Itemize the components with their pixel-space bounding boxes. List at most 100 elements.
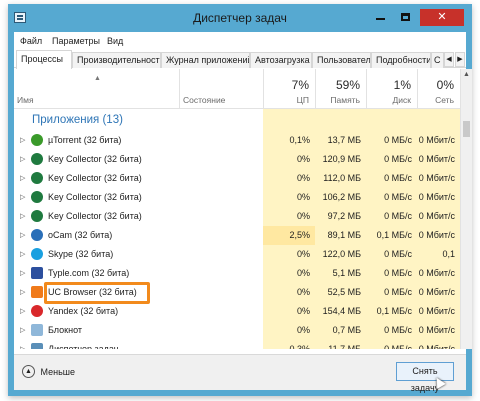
cell-cpu: 0% — [263, 283, 315, 302]
expand-arrow-icon[interactable]: ▷ — [20, 326, 25, 334]
cell-disk: 0 МБ/с — [366, 207, 417, 226]
selection-highlight — [44, 282, 150, 304]
column-memory[interactable]: 59% Память — [315, 69, 366, 109]
expand-arrow-icon[interactable]: ▷ — [20, 155, 25, 163]
tab-startup[interactable]: Автозагрузка — [250, 52, 312, 68]
process-row[interactable]: ▷ Key Collector (32 бита) 0% 112,0 МБ 0 МБ/с… — [14, 169, 460, 188]
tab-details[interactable]: Подробности — [371, 52, 431, 68]
expand-arrow-icon[interactable]: ▷ — [20, 193, 25, 201]
menu-file[interactable]: Файл — [20, 36, 42, 46]
column-name[interactable]: ▲ Имя — [14, 69, 179, 109]
sort-ascending-icon: ▲ — [94, 75, 101, 82]
cell-mem: 13,7 МБ — [315, 131, 366, 150]
expand-arrow-icon[interactable]: ▷ — [20, 212, 25, 220]
process-name: Диспетчер задач — [48, 344, 119, 349]
cell-disk: 0 МБ/с — [366, 245, 417, 264]
close-button[interactable]: ✕ — [420, 9, 464, 26]
process-row[interactable]: ▷ oCam (32 бита) 2,5% 89,1 МБ 0,1 МБ/с 0 Мбит… — [14, 226, 460, 245]
cell-net: 0 Мбит/с — [417, 283, 460, 302]
process-name: Key Collector (32 бита) — [48, 211, 142, 221]
cell-net: 0 Мбит/с — [417, 340, 460, 349]
cell-net: 0 Мбит/с — [417, 226, 460, 245]
cell-mem: 89,1 МБ — [315, 226, 366, 245]
menu-view[interactable]: Вид — [107, 36, 123, 46]
expand-arrow-icon[interactable]: ▷ — [20, 136, 25, 144]
cell-cpu: 0% — [263, 150, 315, 169]
fewer-details-button[interactable]: ▲ Меньше — [22, 365, 75, 378]
tab-scroll-left-icon[interactable]: ◀ — [444, 52, 454, 67]
cell-net: 0 Мбит/с — [417, 207, 460, 226]
expand-arrow-icon[interactable]: ▷ — [20, 288, 25, 296]
minimize-icon — [375, 18, 385, 21]
expand-arrow-icon[interactable]: ▷ — [20, 345, 25, 349]
maximize-icon — [400, 13, 410, 22]
minimize-button[interactable] — [368, 9, 392, 26]
cell-mem: 120,9 МБ — [315, 150, 366, 169]
scroll-up-icon[interactable]: ▲ — [461, 69, 472, 81]
cell-mem: 11,7 МБ — [315, 340, 366, 349]
tab-scroll-right-icon[interactable]: ▶ — [455, 52, 465, 67]
title-bar[interactable]: Диспетчер задач ✕ — [8, 4, 472, 32]
cell-mem: 154,4 МБ — [315, 302, 366, 321]
chevron-up-icon: ▲ — [22, 365, 35, 378]
process-name: oCam (32 бита) — [48, 230, 113, 240]
skype-icon — [31, 248, 43, 260]
end-task-button[interactable]: Снять задачу — [396, 362, 454, 393]
cell-cpu: 2,5% — [263, 226, 315, 245]
cell-net: 0 Мбит/с — [417, 264, 460, 283]
yandex-icon — [31, 305, 43, 317]
cell-net: 0 Мбит/с — [417, 150, 460, 169]
expand-arrow-icon[interactable]: ▷ — [20, 307, 25, 315]
scroll-thumb[interactable] — [463, 121, 470, 137]
process-row[interactable]: ▷ Yandex (32 бита) 0% 154,4 МБ 0,1 МБ/с 0 Мби… — [14, 302, 460, 321]
process-row[interactable]: ▷ Typle.com (32 бита) 0% 5,1 МБ 0 МБ/с 0 Мбит… — [14, 264, 460, 283]
cell-cpu: 0% — [263, 302, 315, 321]
process-name: Typle.com (32 бита) — [48, 268, 130, 278]
maximize-button[interactable] — [393, 9, 417, 26]
cell-disk: 0 МБ/с — [366, 150, 417, 169]
cell-mem: 52,5 МБ — [315, 283, 366, 302]
cell-cpu: 0,1% — [263, 131, 315, 150]
process-row[interactable]: ▷ Skype (32 бита) 0%122,0 МБ0 МБ/с0,1 Мбит… — [14, 245, 460, 278]
utorrent-icon — [31, 134, 43, 146]
key-collector-icon — [31, 172, 43, 184]
column-network[interactable]: 0% Сеть — [417, 69, 460, 109]
tab-app-history[interactable]: Журнал приложений — [161, 52, 250, 68]
cell-mem: 97,2 МБ — [315, 207, 366, 226]
column-status[interactable]: Состояние — [179, 69, 263, 109]
footer-bar: ▲ Меньше Снять задачу — [14, 354, 466, 393]
tab-performance[interactable]: Производительность — [72, 52, 161, 68]
menu-options[interactable]: Параметры — [52, 36, 100, 46]
cell-disk: 0,1 МБ/с — [366, 302, 417, 321]
expand-arrow-icon[interactable]: ▷ — [20, 231, 25, 239]
close-icon: ✕ — [437, 11, 447, 23]
key-collector-icon — [31, 210, 43, 222]
expand-arrow-icon[interactable]: ▷ — [20, 174, 25, 182]
cell-cpu: 0% — [263, 321, 315, 340]
process-row[interactable]: ▷ Key Collector (32 бита) 0% 120,9 МБ 0 МБ/с… — [14, 150, 460, 169]
column-disk[interactable]: 1% Диск — [366, 69, 417, 109]
cell-cpu: 0% — [263, 245, 315, 264]
cell-disk: 0 МБ/с — [366, 188, 417, 207]
process-row[interactable]: ▷ Блокнот 0% 0,7 МБ 0 МБ/с 0 Мбит/с — [14, 321, 460, 340]
process-name: Yandex (32 бита) — [48, 306, 119, 316]
tab-processes[interactable]: Процессы — [16, 50, 72, 69]
cell-mem: 5,1 МБ — [315, 264, 366, 283]
cell-disk: 0 МБ/с — [366, 264, 417, 283]
tab-users[interactable]: Пользователи — [312, 52, 371, 68]
process-row[interactable]: ▷ Key Collector (32 бита) 0% 97,2 МБ 0 МБ/с 0… — [14, 207, 460, 226]
expand-arrow-icon[interactable]: ▷ — [20, 250, 25, 258]
cell-cpu: 0% — [263, 264, 315, 283]
tab-services[interactable]: С — [431, 52, 444, 68]
process-row[interactable]: ▷ Диспетчер задач 0,3%11,7 МБ0 МБ/с0 Мбит/… — [14, 340, 460, 349]
group-apps-header[interactable]: Приложения (13) — [14, 109, 460, 131]
expand-arrow-icon[interactable]: ▷ — [20, 269, 25, 277]
cell-mem: 0,7 МБ — [315, 321, 366, 340]
process-row[interactable]: ▷ Key Collector (32 бита) 0% 106,2 МБ 0 МБ/с… — [14, 188, 460, 207]
cell-cpu: 0% — [263, 207, 315, 226]
process-row[interactable]: ▷ µTorrent (32 бита) 0,1% 13,7 МБ 0 МБ/с 0 Мб… — [14, 131, 460, 150]
vertical-scrollbar[interactable]: ▲ — [460, 69, 472, 349]
column-cpu[interactable]: 7% ЦП — [263, 69, 315, 109]
key-collector-icon — [31, 153, 43, 165]
cell-net: 0 Мбит/с — [417, 169, 460, 188]
